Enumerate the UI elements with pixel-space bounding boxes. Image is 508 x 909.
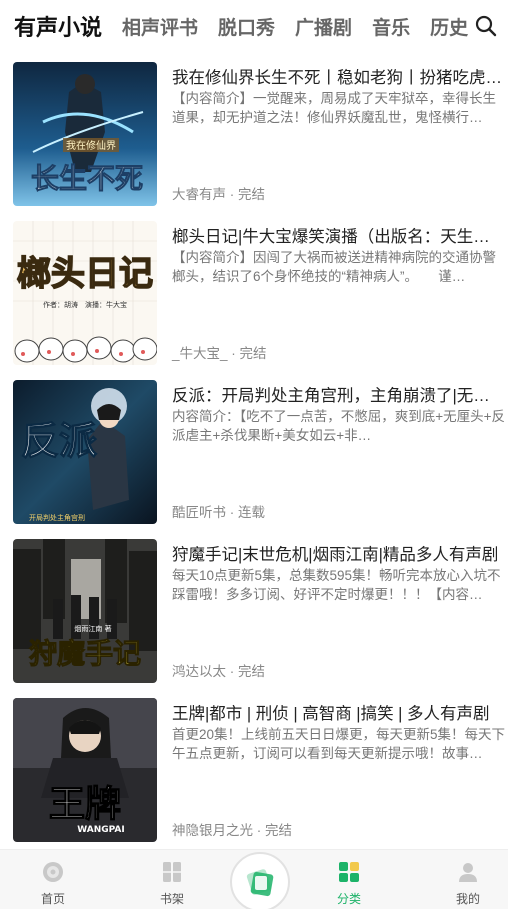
book-title[interactable]: 榔头日记|牛大宝爆笑演播（出版名：天生废…: [172, 223, 502, 247]
book-description: 首更20集！上线前五天日日爆更，每天更新5集！每天下午五点更新，订阅可以看到每天…: [172, 727, 506, 761]
nav-home[interactable]: 首页: [13, 850, 93, 909]
cover-title: 狩魔手记: [29, 637, 141, 670]
cover-subtitle: 我在修仙界: [66, 139, 116, 152]
nav-label: 我的: [455, 892, 480, 906]
book-description: 【内容简介】因闯了大祸而被送进精神病院的交通协警榔头，结识了6个身怀绝技的“精神…: [172, 250, 496, 284]
list-item[interactable]: 王牌 WANGPAI 王牌|都市 | 刑侦 | 高智商 |搞笑 | 多人有声剧 …: [0, 692, 508, 851]
tab-music[interactable]: 音乐: [372, 13, 410, 40]
cover-title: 反派: [21, 419, 97, 463]
cover-subtitle: 作者：胡涛 演播：牛大宝: [43, 300, 127, 309]
list-item[interactable]: 榔头日记 作者：胡涛 演播：牛大宝 榔头日记|牛大宝爆笑演播（出版名：天生废… …: [0, 215, 508, 374]
book-meta: 神隐银月之光 · 完结: [172, 823, 292, 838]
cover-subtitle: WANGPAI: [77, 825, 125, 835]
cover-title: 王牌: [49, 784, 121, 825]
cover-subtitle: 烟雨江南 著: [74, 624, 111, 633]
list-item[interactable]: 反派 开局判处主角宫刑 反派：开局判处主角宫刑，主角崩溃了|无厘… 内容简介：【…: [0, 374, 508, 533]
disc-icon: [43, 862, 63, 882]
book-description: 内容简介：【吃不了一点苦，不憋屈，爽到底+无厘头+反派虐主+杀伐果断+美女如云+…: [172, 409, 506, 443]
tab-crosstalk[interactable]: 相声评书: [122, 13, 198, 40]
list-item[interactable]: 我在修仙界 长生不死 我在修仙界长生不死丨稳如老狗丨扮猪吃虎… 【内容简介】一觉…: [0, 56, 508, 215]
cover-image[interactable]: 反派 开局判处主角宫刑: [13, 380, 157, 524]
book-list: 我在修仙界 长生不死 我在修仙界长生不死丨稳如老狗丨扮猪吃虎… 【内容简介】一觉…: [0, 56, 508, 851]
book-meta: 酷匠听书 · 连载: [172, 505, 265, 520]
book-title[interactable]: 反派：开局判处主角宫刑，主角崩溃了|无厘…: [172, 382, 502, 406]
cover-title: 长生不死: [31, 162, 143, 195]
tab-audio-novel[interactable]: 有声小说: [14, 10, 102, 42]
cover-title: 榔头日记: [17, 254, 153, 294]
nav-label: 首页: [40, 892, 65, 906]
cover-image[interactable]: 榔头日记 作者：胡涛 演播：牛大宝: [13, 221, 157, 365]
nav-profile[interactable]: 我的: [428, 850, 508, 909]
bottom-nav: 首页 书架 分类 我的: [0, 849, 508, 909]
book-title[interactable]: 狩魔手记|末世危机|烟雨江南|精品多人有声剧: [172, 541, 502, 565]
bookshelf-icon: [163, 862, 181, 882]
nav-bookshelf[interactable]: 书架: [132, 850, 212, 909]
nav-label: 分类: [336, 892, 361, 906]
cover-image[interactable]: 王牌 WANGPAI: [13, 698, 157, 842]
nav-label: 书架: [159, 892, 184, 906]
play-disc-icon: [246, 869, 274, 897]
book-description: 【内容简介】一觉醒来，周易成了天牢狱卒，幸得长生道果，却无护道之法！修仙界妖魔乱…: [172, 91, 496, 125]
now-playing-button[interactable]: [230, 852, 290, 909]
cover-subtitle: 开局判处主角宫刑: [29, 513, 85, 522]
search-icon[interactable]: [474, 14, 498, 38]
cover-image[interactable]: 我在修仙界 长生不死: [13, 62, 157, 206]
profile-icon: [459, 863, 477, 882]
tab-talk-show[interactable]: 脱口秀: [218, 13, 275, 40]
tab-history[interactable]: 历史: [430, 13, 468, 40]
book-title[interactable]: 我在修仙界长生不死丨稳如老狗丨扮猪吃虎…: [172, 64, 502, 88]
cover-image[interactable]: 烟雨江南 著 狩魔手记: [13, 539, 157, 683]
category-icon: [339, 862, 359, 882]
book-meta: 鸿达以太 · 完结: [172, 664, 265, 679]
book-title[interactable]: 王牌|都市 | 刑侦 | 高智商 |搞笑 | 多人有声剧: [172, 700, 502, 724]
tab-radio-drama[interactable]: 广播剧: [295, 13, 352, 40]
nav-category[interactable]: 分类: [309, 850, 389, 909]
book-meta: _牛大宝_ · 完结: [172, 346, 267, 361]
book-description: 每天10点更新5集，总集数595集！畅听完本放心入坑不踩雷哦！多多订阅、好评不定…: [172, 568, 501, 602]
list-item[interactable]: 烟雨江南 著 狩魔手记 狩魔手记|末世危机|烟雨江南|精品多人有声剧 每天10点…: [0, 533, 508, 692]
top-tab-bar: 有声小说 相声评书 脱口秀 广播剧 音乐 历史: [0, 0, 508, 52]
book-meta: 大睿有声 · 完结: [172, 187, 265, 202]
